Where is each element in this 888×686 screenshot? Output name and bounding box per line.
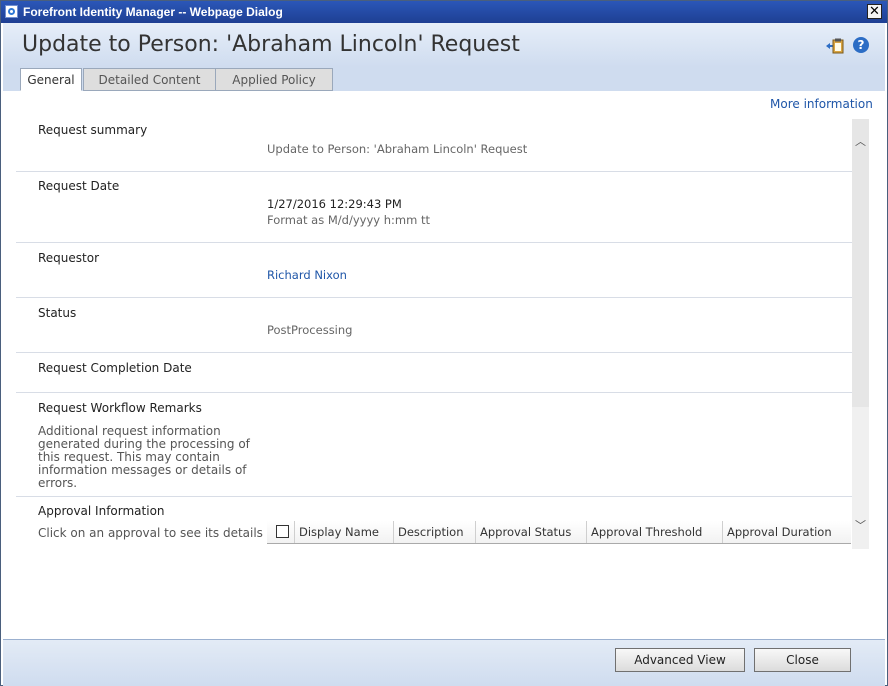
request-date-label: Request Date	[38, 179, 120, 193]
completion-date-label: Request Completion Date	[38, 361, 192, 375]
column-approval-duration[interactable]: Approval Duration	[723, 521, 851, 543]
requestor-label: Requestor	[38, 251, 100, 265]
help-icon[interactable]: ?	[853, 37, 869, 53]
workflow-remarks-label: Request Workflow Remarks	[38, 401, 202, 415]
status-row: Status PostProcessing	[16, 298, 852, 353]
close-button[interactable]: Close	[754, 648, 851, 672]
tab-detailed-content[interactable]: Detailed Content	[83, 68, 216, 91]
status-value: PostProcessing	[267, 323, 353, 337]
export-clipboard-icon[interactable]	[826, 37, 844, 55]
column-display-name[interactable]: Display Name	[294, 521, 394, 543]
requestor-link[interactable]: Richard Nixon	[267, 268, 347, 282]
request-date-format-hint: Format as M/d/yyyy h:mm tt	[267, 213, 430, 227]
dialog-footer: Advanced View Close	[3, 639, 885, 686]
column-approval-status[interactable]: Approval Status	[476, 521, 587, 543]
scroll-down-icon[interactable]: ﹀	[852, 517, 869, 534]
request-summary-value: Update to Person: 'Abraham Lincoln' Requ…	[267, 142, 528, 156]
title-bar: Forefront Identity Manager -- Webpage Di…	[1, 1, 887, 23]
advanced-view-button[interactable]: Advanced View	[615, 648, 745, 672]
window-close-button[interactable]: ✕	[867, 4, 882, 19]
approval-information-description: Click on an approval to see its details	[38, 526, 263, 540]
window-title: Forefront Identity Manager -- Webpage Di…	[23, 5, 283, 19]
completion-date-row: Request Completion Date	[16, 353, 852, 393]
content-scrollbar[interactable]: ︿ ﹀	[852, 119, 869, 549]
select-all-checkbox[interactable]	[276, 525, 289, 538]
status-label: Status	[38, 306, 77, 320]
request-date-row: Request Date 1/27/2016 12:29:43 PM Forma…	[16, 172, 852, 243]
request-summary-label: Request summary	[38, 123, 148, 137]
workflow-remarks-description: Additional request information generated…	[38, 424, 250, 490]
dialog-header: Update to Person: 'Abraham Lincoln' Requ…	[3, 23, 885, 67]
approval-information-label: Approval Information	[38, 504, 165, 518]
column-description[interactable]: Description	[394, 521, 476, 543]
request-summary-row: Request summary Update to Person: 'Abrah…	[16, 115, 852, 172]
scroll-up-icon[interactable]: ︿	[852, 133, 869, 150]
workflow-remarks-row: Request Workflow Remarks Additional requ…	[16, 393, 852, 497]
column-approval-threshold[interactable]: Approval Threshold	[587, 521, 723, 543]
tab-general[interactable]: General	[20, 68, 82, 91]
scrollbar-thumb[interactable]	[852, 119, 869, 407]
page-title: Update to Person: 'Abraham Lincoln' Requ…	[22, 32, 520, 57]
tab-applied-policy[interactable]: Applied Policy	[215, 68, 333, 91]
more-information-link[interactable]: More information	[770, 97, 873, 111]
dialog-window: Forefront Identity Manager -- Webpage Di…	[0, 0, 888, 686]
approval-grid-header: Display Name Description Approval Status…	[267, 521, 851, 544]
ie-app-icon	[5, 5, 18, 18]
tab-strip: General Detailed Content Applied Policy	[3, 67, 885, 92]
general-tab-content: More information Request summary Update …	[3, 91, 885, 639]
requestor-row: Requestor Richard Nixon	[16, 243, 852, 298]
request-date-value: 1/27/2016 12:29:43 PM	[267, 197, 402, 211]
